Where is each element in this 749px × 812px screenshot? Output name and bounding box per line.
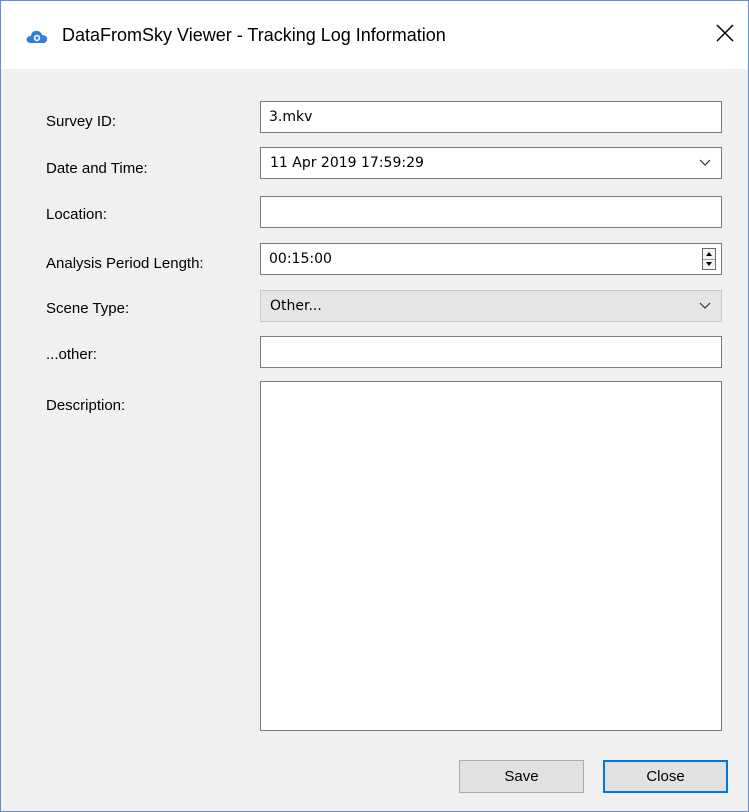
other-label: ...other: bbox=[46, 346, 97, 363]
description-label: Description: bbox=[46, 397, 126, 414]
title-bar[interactable]: DataFromSky Viewer - Tracking Log Inform… bbox=[1, 1, 748, 69]
date-time-dropdown[interactable]: 11 Apr 2019 17:59:29 bbox=[260, 147, 722, 179]
analysis-period-value: 00:15:00 bbox=[269, 251, 332, 267]
analysis-period-spinbox[interactable]: 00:15:00 bbox=[260, 243, 722, 275]
close-button[interactable]: Close bbox=[603, 760, 728, 793]
spin-buttons[interactable] bbox=[702, 248, 716, 270]
window-title: DataFromSky Viewer - Tracking Log Inform… bbox=[62, 25, 446, 45]
analysis-period-label: Analysis Period Length: bbox=[46, 255, 204, 272]
survey-id-label: Survey ID: bbox=[46, 113, 117, 130]
survey-id-input[interactable] bbox=[260, 101, 722, 133]
save-button[interactable]: Save bbox=[459, 760, 584, 793]
spin-down-icon[interactable] bbox=[703, 259, 715, 269]
date-time-value: 11 Apr 2019 17:59:29 bbox=[270, 155, 424, 171]
close-icon[interactable] bbox=[713, 21, 737, 45]
chevron-down-icon bbox=[699, 159, 711, 166]
scene-type-value: Other... bbox=[270, 298, 322, 314]
other-input[interactable] bbox=[260, 336, 722, 368]
location-label: Location: bbox=[46, 206, 107, 223]
scene-type-label: Scene Type: bbox=[46, 300, 130, 317]
scene-type-dropdown[interactable]: Other... bbox=[260, 290, 722, 322]
description-textarea[interactable] bbox=[260, 381, 722, 731]
location-input[interactable] bbox=[260, 196, 722, 228]
date-time-label: Date and Time: bbox=[46, 160, 148, 177]
cloud-icon bbox=[26, 30, 48, 43]
dialog-window: DataFromSky Viewer - Tracking Log Inform… bbox=[0, 0, 749, 812]
chevron-down-icon bbox=[699, 302, 711, 309]
